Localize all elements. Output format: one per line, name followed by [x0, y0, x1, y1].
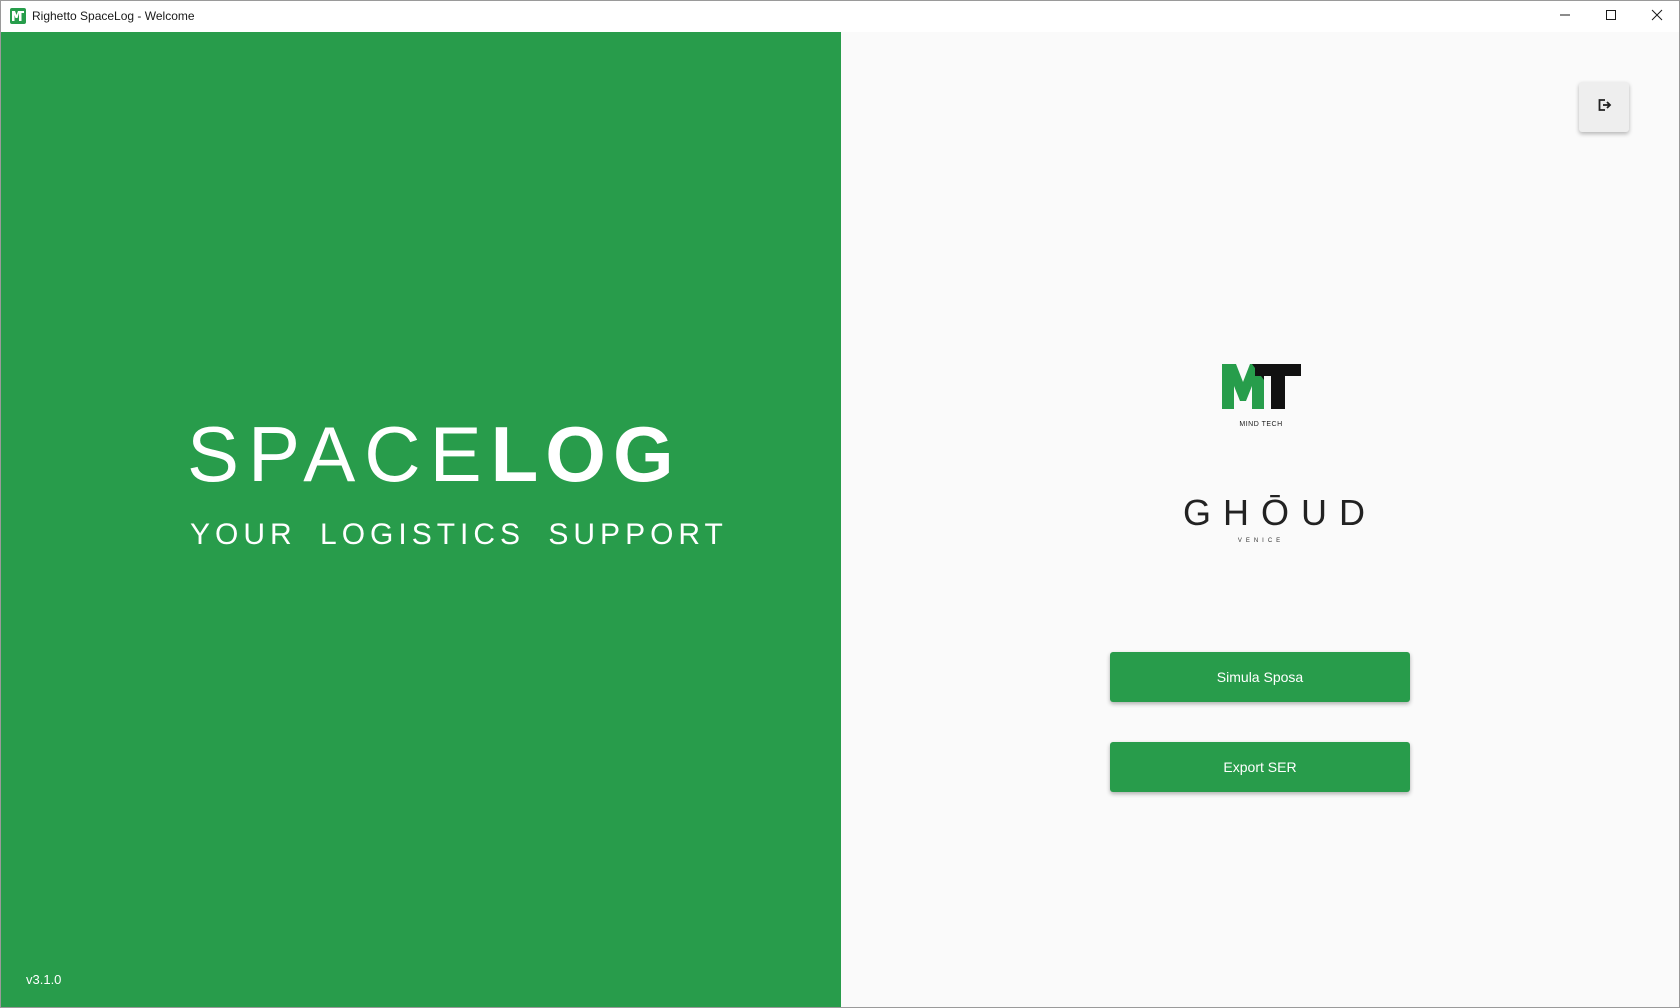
- export-ser-button[interactable]: Export SER: [1110, 742, 1410, 792]
- ghoud-logo-word: GHŌUD: [1183, 492, 1377, 533]
- title-bar[interactable]: Righetto SpaceLog - Welcome: [1, 1, 1679, 32]
- ghoud-logo-sub: VENICE: [1237, 538, 1285, 544]
- minimize-icon: [1559, 8, 1571, 26]
- maximize-icon: [1605, 8, 1617, 26]
- mindtech-logo: MIND TECH: [1219, 360, 1303, 430]
- maximize-button[interactable]: [1588, 1, 1634, 32]
- main-panel: MIND TECH GHŌUD VENICE Simula Sposa Expo…: [841, 32, 1679, 1007]
- logout-button[interactable]: [1579, 82, 1629, 132]
- app-icon: [10, 8, 26, 24]
- ghoud-logo: GHŌUD VENICE: [1171, 492, 1377, 587]
- close-icon: [1651, 8, 1663, 26]
- window-title: Righetto SpaceLog - Welcome: [32, 9, 195, 23]
- simula-sposa-button[interactable]: Simula Sposa: [1110, 652, 1410, 702]
- minimize-button[interactable]: [1542, 1, 1588, 32]
- version-label: v3.1.0: [26, 972, 62, 987]
- logout-icon: [1596, 97, 1612, 118]
- brand-title-bold: LOG: [490, 410, 681, 498]
- app-window: Righetto SpaceLog - Welcome SPACELOG YOU…: [0, 0, 1680, 1008]
- brand-block: SPACELOG YOUR LOGISTICS SUPPORT: [187, 408, 728, 552]
- brand-title: SPACELOG: [187, 408, 728, 500]
- brand-title-light: SPACE: [187, 410, 491, 498]
- svg-text:MIND TECH: MIND TECH: [1239, 421, 1282, 428]
- close-button[interactable]: [1634, 1, 1679, 32]
- brand-panel: SPACELOG YOUR LOGISTICS SUPPORT v3.1.0: [1, 32, 841, 1007]
- brand-tagline: YOUR LOGISTICS SUPPORT: [190, 518, 728, 551]
